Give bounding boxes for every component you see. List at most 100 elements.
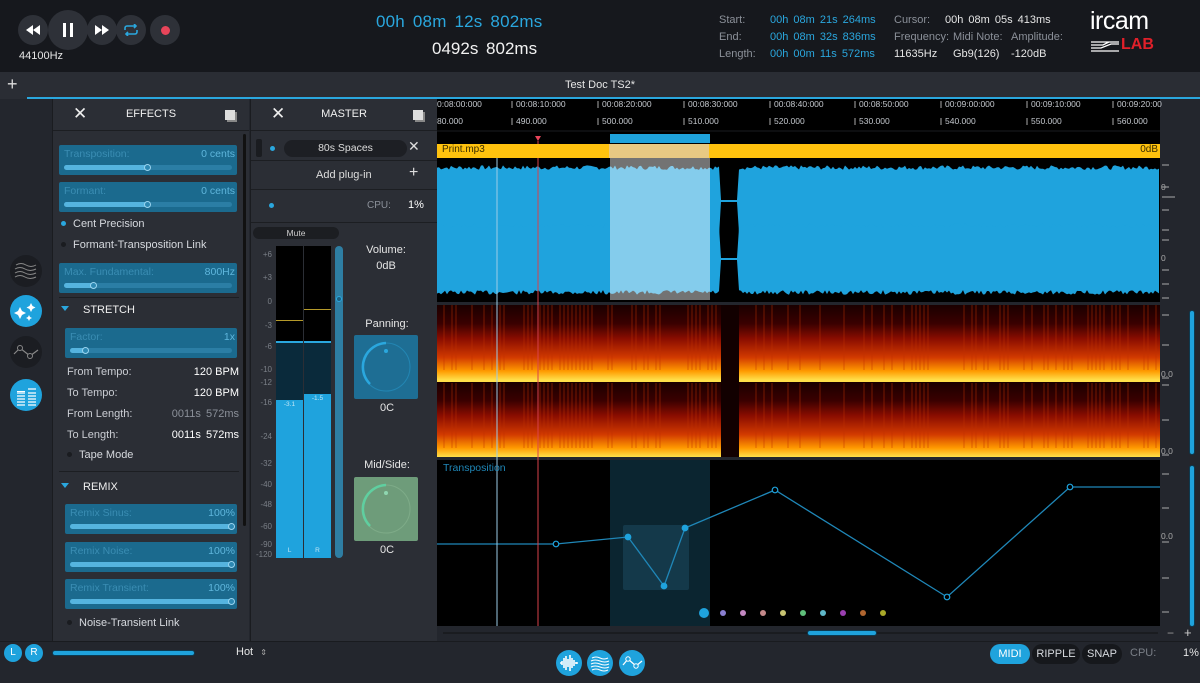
automation-curve-icon bbox=[622, 656, 643, 669]
clip-name: Print.mp3 bbox=[442, 144, 485, 155]
tape-mode-toggle[interactable]: Tape Mode bbox=[67, 449, 133, 461]
meter-scale-label: -24 bbox=[260, 432, 272, 441]
automation-view-button[interactable] bbox=[619, 650, 645, 676]
ruler-seconds-label: 540.000 bbox=[945, 116, 976, 126]
transposition-slider[interactable]: Transposition: 0 cents bbox=[59, 145, 237, 175]
waveform-icon bbox=[560, 655, 578, 671]
vertical-scale-label: 0.0 bbox=[1161, 446, 1173, 456]
color-swatch[interactable] bbox=[699, 608, 709, 618]
cent-precision-toggle[interactable]: Cent Precision bbox=[61, 218, 145, 230]
color-swatch[interactable] bbox=[800, 610, 806, 616]
add-plugin-row[interactable]: Add plug-in + bbox=[251, 162, 438, 190]
right-channel-toggle[interactable]: R bbox=[25, 644, 43, 662]
horizontal-scroll-thumb[interactable] bbox=[807, 630, 877, 636]
from-tempo-value[interactable]: 120 BPM bbox=[194, 366, 239, 378]
formant-transposition-link-toggle[interactable]: Formant-Transposition Link bbox=[61, 239, 206, 251]
color-swatch[interactable] bbox=[760, 610, 766, 616]
detach-panel-icon[interactable] bbox=[413, 110, 423, 120]
color-swatch[interactable] bbox=[840, 610, 846, 616]
from-length-label: From Length: bbox=[67, 408, 133, 420]
remix-sinus-slider[interactable]: Remix Sinus: 100% bbox=[65, 504, 237, 534]
spectrogram-view-button[interactable] bbox=[587, 650, 613, 676]
slider-knob[interactable] bbox=[228, 523, 235, 530]
master-cpu-label: CPU: bbox=[367, 200, 391, 211]
slider-track bbox=[70, 523, 235, 530]
color-swatch[interactable] bbox=[720, 610, 726, 616]
ruler-time-label: 00:08:30:000 bbox=[688, 99, 738, 109]
clip-gain[interactable]: 0dB bbox=[1140, 144, 1158, 155]
effects-panel-toggle[interactable] bbox=[10, 295, 42, 327]
snap-toggle[interactable]: SNAP bbox=[1082, 644, 1122, 664]
remix-noise-label: Remix Noise: bbox=[70, 545, 133, 557]
slider-knob[interactable] bbox=[82, 347, 90, 354]
slider-knob[interactable] bbox=[90, 282, 98, 289]
color-swatch[interactable] bbox=[860, 610, 866, 616]
slider-knob[interactable] bbox=[228, 598, 235, 605]
effects-scrollbar[interactable] bbox=[243, 134, 246, 526]
clip-header[interactable]: Print.mp3 0dB bbox=[437, 144, 1160, 158]
meter-scale-label: -90 bbox=[260, 540, 272, 549]
stretch-section-toggle[interactable]: STRETCH bbox=[61, 304, 135, 316]
midside-knob[interactable] bbox=[354, 477, 418, 541]
slider-knob[interactable] bbox=[144, 164, 151, 171]
slider-knob[interactable] bbox=[228, 561, 235, 568]
horizontal-scroll-track[interactable] bbox=[443, 632, 1158, 634]
ripple-toggle[interactable]: RIPPLE bbox=[1032, 644, 1080, 664]
plugin-drag-handle[interactable] bbox=[256, 139, 262, 157]
vertical-scale-label: 0 bbox=[1161, 182, 1166, 192]
colormap-select[interactable]: Hot ⇕ bbox=[236, 646, 267, 658]
color-swatch[interactable] bbox=[880, 610, 886, 616]
slider-fill bbox=[64, 202, 148, 207]
rewind-button[interactable] bbox=[18, 15, 48, 45]
fast-forward-button[interactable] bbox=[87, 15, 117, 45]
remix-transient-slider[interactable]: Remix Transient: 100% bbox=[65, 579, 237, 609]
midi-toggle[interactable]: MIDI bbox=[990, 644, 1030, 664]
formant-slider[interactable]: Formant: 0 cents bbox=[59, 182, 237, 212]
spectral-view-toggle[interactable] bbox=[10, 255, 42, 287]
loop-button[interactable] bbox=[116, 15, 146, 45]
detach-panel-icon[interactable] bbox=[225, 110, 235, 120]
color-swatch[interactable] bbox=[740, 610, 746, 616]
remix-section-toggle[interactable]: REMIX bbox=[61, 481, 118, 493]
document-tab[interactable]: Test Doc TS2* bbox=[0, 79, 1200, 91]
stretch-factor-slider[interactable]: Factor: 1x bbox=[65, 328, 237, 358]
meter-scale-label: -48 bbox=[260, 500, 272, 509]
volume-fader[interactable] bbox=[335, 246, 343, 558]
record-button[interactable] bbox=[150, 15, 180, 45]
slider-fill bbox=[70, 524, 232, 529]
color-swatch[interactable] bbox=[780, 610, 786, 616]
panning-knob[interactable] bbox=[354, 335, 418, 399]
slider-knob[interactable] bbox=[144, 201, 151, 208]
add-plugin-icon[interactable]: + bbox=[409, 164, 418, 182]
max-fundamental-slider[interactable]: Max. Fundamental: 800Hz bbox=[59, 263, 237, 293]
plugin-name-button[interactable]: 80s Spaces bbox=[284, 140, 407, 157]
noise-transient-link-toggle[interactable]: Noise-Transient Link bbox=[67, 617, 179, 629]
waves-icon bbox=[14, 263, 37, 279]
remix-noise-slider[interactable]: Remix Noise: 100% bbox=[65, 542, 237, 572]
to-tempo-value[interactable]: 120 BPM bbox=[194, 387, 239, 399]
left-channel-toggle[interactable]: L bbox=[4, 644, 22, 662]
color-swatch[interactable] bbox=[820, 610, 826, 616]
meter-left-label: L bbox=[287, 547, 292, 554]
remove-plugin-icon[interactable]: ✕ bbox=[408, 138, 420, 155]
zoom-out-button[interactable]: − bbox=[1167, 626, 1174, 640]
cpu-value: 1% bbox=[1183, 647, 1199, 659]
automation-vertical-scroll[interactable] bbox=[1189, 465, 1195, 627]
to-length-value[interactable]: 0011s 572ms bbox=[172, 429, 239, 441]
spectrogram-vertical-scroll[interactable] bbox=[1189, 310, 1195, 455]
volume-fader-handle[interactable] bbox=[336, 296, 342, 302]
zoom-in-button[interactable]: + bbox=[1184, 625, 1192, 640]
pause-button[interactable] bbox=[48, 10, 88, 50]
mixer-panel-toggle[interactable] bbox=[10, 379, 42, 411]
channel-range-slider[interactable] bbox=[52, 650, 195, 656]
master-header: ✕ MASTER bbox=[251, 99, 437, 131]
length-value: 00h 00m 11s 572ms bbox=[770, 48, 875, 60]
plugin-enabled-indicator[interactable] bbox=[270, 146, 275, 151]
editor-canvas[interactable] bbox=[437, 99, 1160, 626]
automation-view-toggle[interactable] bbox=[10, 336, 42, 368]
waveform-view-button[interactable] bbox=[556, 650, 582, 676]
amplitude-label: Amplitude: bbox=[1011, 31, 1063, 43]
from-tempo-label: From Tempo: bbox=[67, 366, 132, 378]
mute-button[interactable]: Mute bbox=[253, 227, 339, 239]
master-enabled-indicator[interactable] bbox=[269, 203, 274, 208]
